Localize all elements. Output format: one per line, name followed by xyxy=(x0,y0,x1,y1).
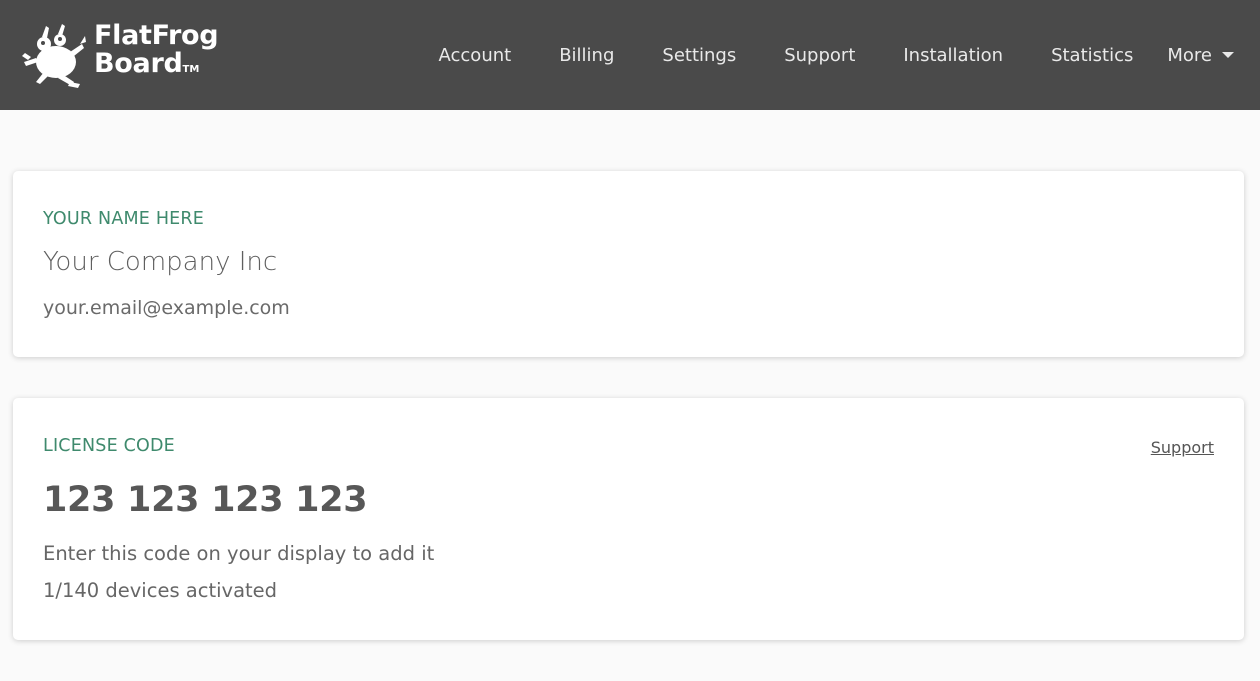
nav-billing[interactable]: Billing xyxy=(559,45,614,66)
nav-statistics[interactable]: Statistics xyxy=(1051,45,1133,66)
brand-logo[interactable]: FlatFrog BoardTM xyxy=(22,20,219,88)
nav-installation[interactable]: Installation xyxy=(903,45,1003,66)
nav-settings[interactable]: Settings xyxy=(662,45,736,66)
brand-wordmark: FlatFrog BoardTM xyxy=(94,20,219,84)
nav-account[interactable]: Account xyxy=(439,45,512,66)
top-navbar: FlatFrog BoardTM Account Billing Setting… xyxy=(0,0,1260,110)
caret-down-icon xyxy=(1222,52,1234,58)
nav-more-dropdown[interactable]: More xyxy=(1167,45,1234,66)
frog-icon xyxy=(22,24,86,88)
brand-line2: BoardTM xyxy=(94,50,218,84)
user-email: your.email@example.com xyxy=(43,297,290,319)
nav-more-label: More xyxy=(1167,44,1212,66)
user-info-card: YOUR NAME HERE Your Company Inc your.ema… xyxy=(13,171,1244,357)
license-card: LICENSE CODE Support 123 123 123 123 Ent… xyxy=(13,398,1244,640)
user-name-label: YOUR NAME HERE xyxy=(43,209,205,229)
nav-support[interactable]: Support xyxy=(784,45,855,66)
devices-activated: 1/140 devices activated xyxy=(43,579,278,602)
license-code-label: LICENSE CODE xyxy=(43,436,175,456)
brand-tm: TM xyxy=(182,64,200,75)
main-nav: Account Billing Settings Support Install… xyxy=(391,0,1234,110)
brand-line1: FlatFrog xyxy=(94,20,219,51)
license-hint: Enter this code on your display to add i… xyxy=(43,542,435,565)
license-code: 123 123 123 123 xyxy=(43,480,368,520)
company-name: Your Company Inc xyxy=(43,247,278,277)
brand-line2-text: Board xyxy=(94,48,183,79)
support-link[interactable]: Support xyxy=(1151,438,1214,457)
